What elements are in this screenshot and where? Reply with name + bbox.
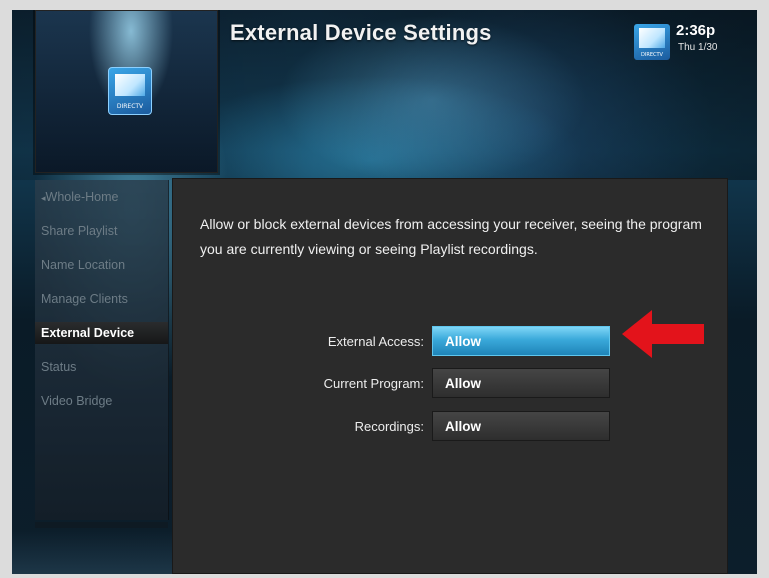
external-access-label: External Access:	[327, 334, 424, 349]
decorative-glow	[12, 530, 172, 574]
sidebar-item-label: Video Bridge	[41, 394, 113, 408]
sidebar-item-label: Name Location	[41, 258, 126, 272]
page-title: External Device Settings	[230, 20, 492, 45]
sidebar-item-label: Share Playlist	[41, 224, 118, 238]
current-program-label: Current Program:	[323, 376, 424, 391]
directv-logo: DIRECTV	[634, 24, 670, 60]
clock-date: Thu 1/30	[678, 42, 718, 53]
clock-time: 2:36p	[676, 22, 716, 39]
external-access-selector[interactable]: Allow	[432, 326, 610, 356]
sidebar-item-video-bridge[interactable]: Video Bridge	[41, 390, 166, 412]
settings-description: Allow or block external devices from acc…	[200, 216, 702, 257]
tv-screen: DIRECTV External Device Settings DIRECTV…	[12, 10, 757, 574]
preview-logo-text: DIRECTV	[116, 103, 144, 110]
sidebar-item-label: Whole-Home	[45, 190, 119, 204]
settings-sidebar: ◂Whole-Home Share Playlist Name Location…	[35, 180, 169, 520]
recordings-label: Recordings:	[354, 419, 424, 434]
sidebar-item-name-location[interactable]: Name Location	[41, 254, 166, 276]
clock-logo-text: DIRECTV	[641, 52, 663, 58]
sidebar-footer	[35, 522, 168, 528]
sidebar-item-manage-clients[interactable]: Manage Clients	[41, 288, 166, 310]
sidebar-item-label: External Device	[41, 326, 135, 340]
live-tv-preview[interactable]: DIRECTV	[35, 10, 218, 173]
current-program-selector[interactable]: Allow	[432, 368, 610, 398]
sidebar-item-share-playlist[interactable]: Share Playlist	[41, 220, 166, 242]
sidebar-item-status[interactable]: Status	[41, 356, 166, 378]
sidebar-item-whole-home[interactable]: ◂Whole-Home	[41, 186, 166, 208]
settings-panel: Allow or block external devices from acc…	[172, 178, 728, 574]
sidebar-item-external-device[interactable]: External Device	[35, 322, 168, 344]
recordings-selector[interactable]: Allow	[432, 411, 610, 441]
sidebar-item-label: Status	[41, 360, 77, 374]
directv-logo: DIRECTV	[108, 67, 152, 115]
red-arrow-left-icon	[622, 310, 704, 358]
sidebar-item-label: Manage Clients	[41, 292, 128, 306]
